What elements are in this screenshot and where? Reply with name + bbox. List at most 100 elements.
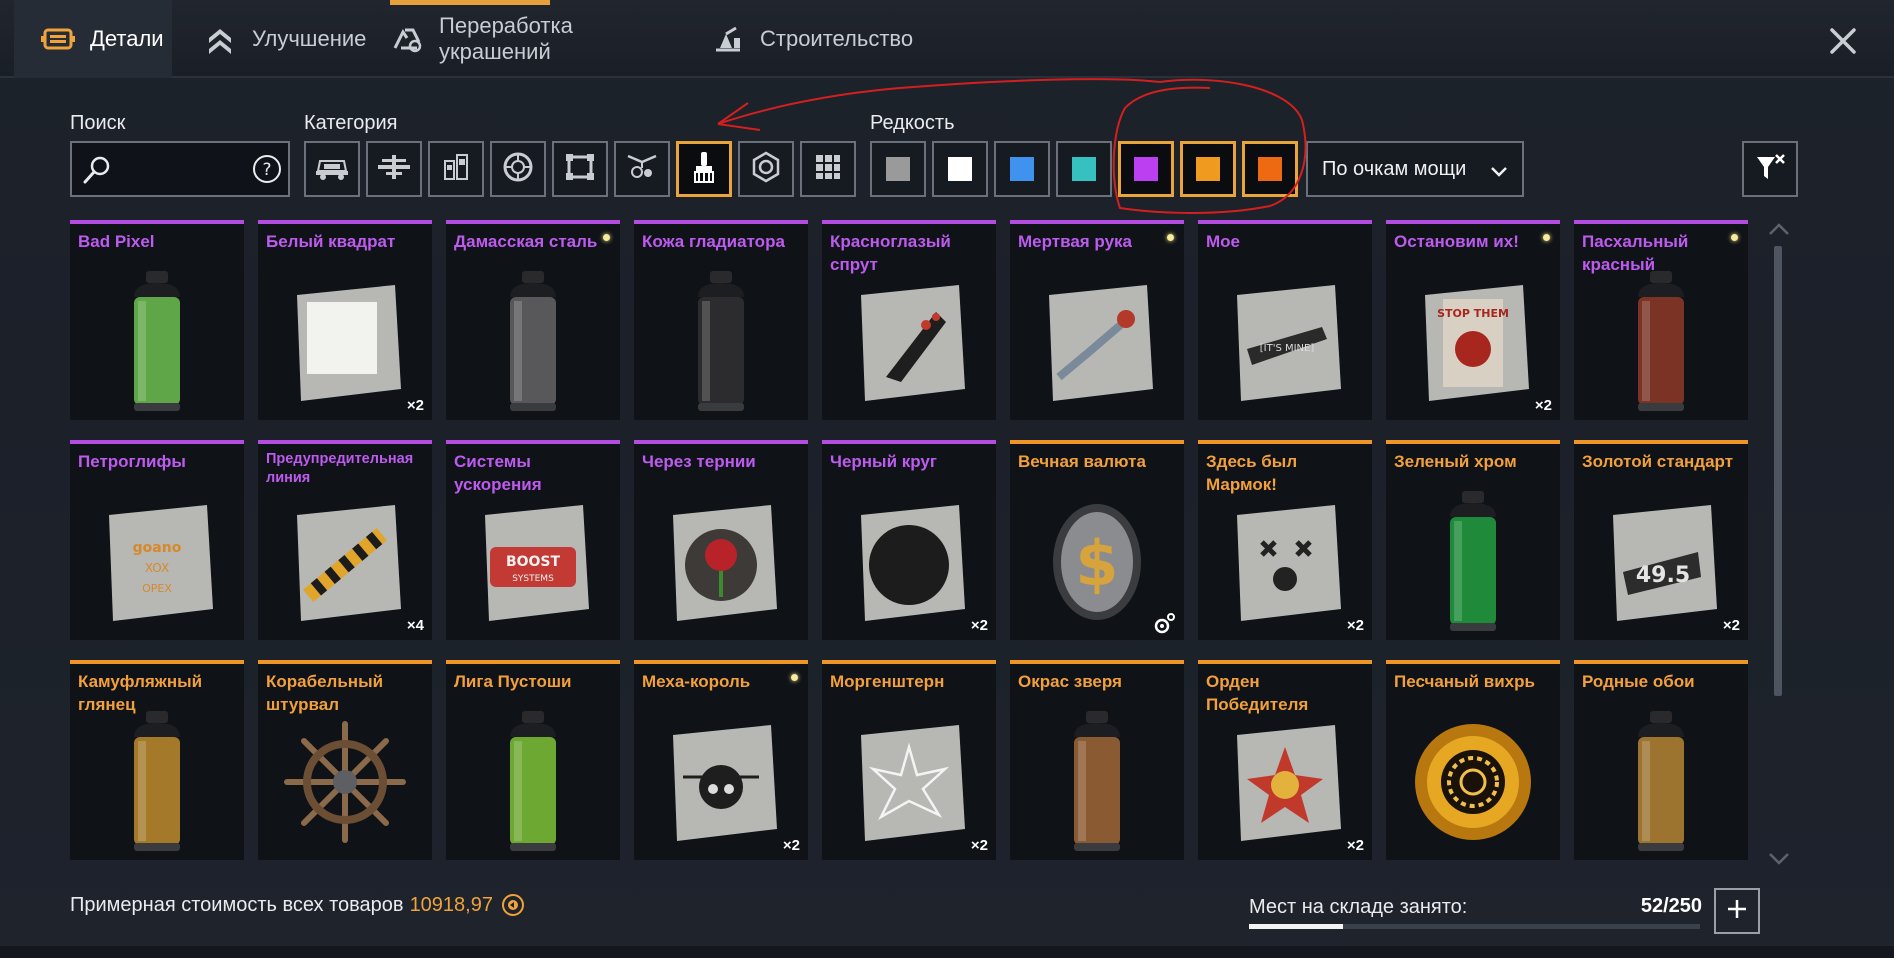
category-weapon-button[interactable]	[428, 141, 484, 197]
spray-can-icon	[134, 711, 180, 851]
item-count: ×2	[406, 397, 424, 414]
item-image	[634, 484, 808, 640]
item-image	[258, 704, 432, 860]
item-image	[1386, 484, 1560, 640]
item-card[interactable]: Окрас зверя	[1010, 660, 1184, 860]
item-card[interactable]: Кожа гладиатора	[634, 220, 808, 420]
item-card[interactable]: Системы ускорения BOOST SYSTEMS	[446, 440, 620, 640]
rarity-special-button[interactable]	[1056, 141, 1112, 197]
category-all-button[interactable]	[800, 141, 856, 197]
expand-storage-button[interactable]	[1714, 888, 1760, 934]
item-image: BOOST SYSTEMS	[446, 484, 620, 640]
item-count: ×2	[1534, 397, 1552, 414]
item-card[interactable]: Зеленый хром	[1386, 440, 1560, 640]
rarity-common-button[interactable]	[870, 141, 926, 197]
item-card[interactable]: Красноглазый спрут	[822, 220, 996, 420]
item-image	[70, 704, 244, 860]
item-card[interactable]: Петроглифы goano XOX OPEX	[70, 440, 244, 640]
svg-text:STOP THEM: STOP THEM	[1437, 307, 1509, 320]
item-card[interactable]: Родные обои	[1574, 660, 1748, 860]
spray-can-icon	[1638, 711, 1684, 851]
tab-upgrade[interactable]: Улучшение	[176, 0, 374, 78]
tab-recycle-decor[interactable]: Переработка украшений	[364, 0, 684, 78]
filter-clear-icon	[1754, 151, 1786, 188]
item-card[interactable]: Мое [IT'S MINE]	[1198, 220, 1372, 420]
scroll-up-icon[interactable]	[1768, 222, 1790, 236]
storage-progress-fill	[1249, 924, 1343, 929]
item-card[interactable]: Моргенштерн ×2	[822, 660, 996, 860]
scrollbar-thumb[interactable]	[1774, 246, 1782, 696]
svg-text:SYSTEMS: SYSTEMS	[512, 574, 554, 584]
rarity-label: Редкость	[870, 112, 955, 134]
item-image	[1574, 704, 1748, 860]
new-indicator-dot	[1731, 234, 1738, 241]
item-card[interactable]: Меха-король ×2	[634, 660, 808, 860]
item-card[interactable]: Мертвая рука	[1010, 220, 1184, 420]
category-cabin-button[interactable]	[304, 141, 360, 197]
category-structure-button[interactable]	[552, 141, 608, 197]
category-wheel-button[interactable]	[490, 141, 546, 197]
rarity-swatch	[886, 157, 910, 181]
item-card[interactable]: Песчаный вихрь	[1386, 660, 1560, 860]
item-card[interactable]: Здесь был Мармок! ×2	[1198, 440, 1372, 640]
rarity-relic-button[interactable]	[1242, 141, 1298, 197]
category-frame-button[interactable]	[366, 141, 422, 197]
rarity-rare-button[interactable]	[994, 141, 1050, 197]
item-card[interactable]: Дамасская сталь	[446, 220, 620, 420]
item-name: Через тернии	[642, 452, 756, 471]
item-card[interactable]: Камуфляжный глянец	[70, 660, 244, 860]
item-card[interactable]: Через тернии	[634, 440, 808, 640]
sticker-icon	[861, 505, 965, 621]
rarity-swatch	[948, 157, 972, 181]
storage-label: Мест на складе занято:	[1249, 896, 1468, 918]
sort-dropdown[interactable]: По очкам мощи	[1306, 141, 1524, 197]
sticker-icon: goano XOX OPEX	[109, 505, 213, 621]
item-name: Лига Пустоши	[454, 672, 572, 691]
sticker-icon	[673, 505, 777, 621]
construction-icon	[710, 21, 746, 57]
item-name: Белый квадрат	[266, 232, 396, 251]
item-card[interactable]: Пасхальный красный	[1574, 220, 1748, 420]
rarity-epic-button[interactable]	[1118, 141, 1174, 197]
item-image	[1010, 264, 1184, 420]
item-image	[446, 264, 620, 420]
close-icon[interactable]	[1826, 24, 1860, 58]
rarity-uncommon-button[interactable]	[932, 141, 988, 197]
item-image	[1198, 704, 1372, 860]
item-card[interactable]: Корабельный штурвал	[258, 660, 432, 860]
hex-nut-icon	[750, 151, 782, 188]
item-card[interactable]: Белый квадрат ×2	[258, 220, 432, 420]
spray-can-icon	[1450, 491, 1496, 631]
item-card[interactable]: Остановим их! STOP THEM ×2	[1386, 220, 1560, 420]
item-card[interactable]: Предупредительная линия ×4	[258, 440, 432, 640]
item-image	[822, 704, 996, 860]
item-card[interactable]: Золотой стандарт 49.5 ×2	[1574, 440, 1748, 640]
item-card[interactable]: Орден Победителя ×2	[1198, 660, 1372, 860]
svg-text:OPEX: OPEX	[142, 582, 172, 595]
category-label: Категория	[304, 112, 398, 134]
help-icon[interactable]: ?	[252, 154, 282, 189]
sticker-icon	[1049, 285, 1153, 401]
scroll-down-icon[interactable]	[1768, 852, 1790, 866]
item-name: Песчаный вихрь	[1394, 672, 1535, 691]
tab-construction[interactable]: Строительство	[684, 0, 914, 78]
item-card[interactable]: Черный круг ×2	[822, 440, 996, 640]
item-card[interactable]: Вечная валюта $	[1010, 440, 1184, 640]
category-paint-button[interactable]	[676, 141, 732, 197]
item-card[interactable]: Bad Pixel	[70, 220, 244, 420]
search-input[interactable]: ?	[70, 141, 290, 197]
item-card[interactable]: Лига Пустоши	[446, 660, 620, 860]
clear-filter-button[interactable]	[1742, 141, 1798, 197]
storage-progress-bar	[1249, 924, 1700, 929]
item-name: Предупредительная линия	[266, 451, 414, 486]
structure-icon	[564, 152, 596, 187]
tab-details[interactable]: Детали	[14, 0, 172, 78]
svg-text:XOX: XOX	[145, 561, 169, 575]
category-hex-button[interactable]	[738, 141, 794, 197]
rarity-legendary-button[interactable]	[1180, 141, 1236, 197]
item-image	[634, 264, 808, 420]
item-name: Вечная валюта	[1018, 452, 1146, 471]
item-count: ×4	[406, 617, 424, 634]
spray-can-icon	[510, 711, 556, 851]
category-decor-button[interactable]	[614, 141, 670, 197]
